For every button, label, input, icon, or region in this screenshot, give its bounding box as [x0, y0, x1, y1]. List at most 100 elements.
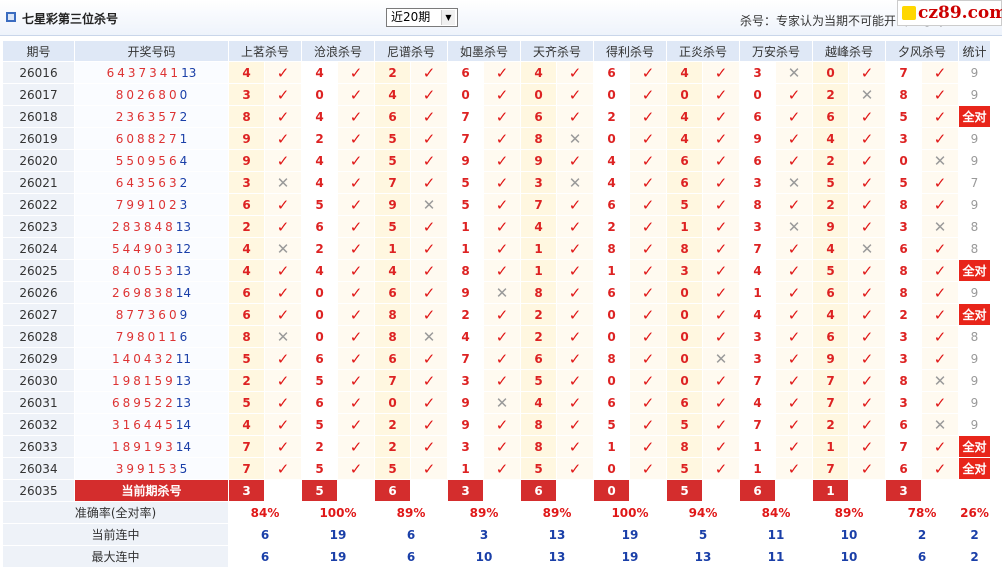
draw-cell: 19815913 [74, 369, 229, 392]
hit-mark: ✓ [714, 327, 728, 346]
kill-number: 3 [885, 215, 922, 238]
cross-icon: ✕ [848, 237, 886, 260]
draw-cell: 643734113 [74, 61, 229, 84]
kill-number: 6 [739, 149, 776, 172]
kill-number: 7 [447, 127, 484, 150]
draw-digits: 283848 [111, 219, 176, 234]
kill-number: 1 [739, 281, 776, 304]
hit-mark: ✓ [787, 195, 801, 214]
check-icon: ✓ [775, 391, 813, 414]
kill-number: 2 [885, 303, 922, 326]
miss-mark: ✕ [787, 63, 801, 82]
check-icon: ✓ [775, 105, 813, 128]
kill-number: 7 [812, 457, 849, 480]
hit-mark: ✓ [714, 437, 728, 456]
footer-value: 13 [520, 545, 594, 568]
kill-number: 0 [666, 347, 703, 370]
hit-mark: ✓ [349, 283, 363, 302]
hit-mark: ✓ [933, 283, 947, 302]
hit-mark: ✓ [349, 261, 363, 280]
kill-number: 7 [228, 457, 265, 480]
kill-number: 7 [885, 61, 922, 84]
hit-mark: ✓ [714, 261, 728, 280]
draw-sum: 2 [179, 175, 188, 190]
stat-cell: 8 [958, 215, 991, 238]
check-icon: ✓ [410, 127, 448, 150]
hit-mark: ✓ [860, 437, 874, 456]
col-stat: 统计 [958, 40, 991, 62]
hit-mark: ✓ [787, 85, 801, 104]
kill-number: 8 [885, 259, 922, 282]
check-icon: ✓ [483, 237, 521, 260]
kill-number: 2 [374, 435, 411, 458]
col-expert: 得利杀号 [593, 40, 667, 62]
kill-number: 4 [374, 259, 411, 282]
kill-number: 8 [447, 259, 484, 282]
stat-cell: 7 [958, 171, 991, 194]
issue-cell: 26018 [2, 105, 75, 128]
miss-mark: ✕ [568, 129, 582, 148]
draw-cell: 28384813 [74, 215, 229, 238]
check-icon: ✓ [337, 127, 375, 150]
kill-number: 7 [885, 435, 922, 458]
cross-icon: ✕ [556, 127, 594, 150]
hit-mark: ✓ [422, 261, 436, 280]
cross-icon: ✕ [921, 369, 959, 392]
draw-digits: 799102 [115, 197, 180, 212]
page-title: 七星彩第三位杀号 [22, 12, 119, 26]
hit-mark: ✓ [276, 459, 290, 478]
table-row: 26016 643734113 4 ✓ 4 ✓ 2 ✓ 6 ✓ 4 ✓ 6 ✓ 4 ✓ 3 ✕ 0 ✓ 7 ✓ 9 [2, 61, 991, 84]
hit-mark: ✓ [349, 415, 363, 434]
kill-number: 1 [447, 457, 484, 480]
kill-number: 2 [520, 325, 557, 348]
draw-cell: 84055313 [74, 259, 229, 282]
kill-number: 6 [228, 193, 265, 216]
issue-cell: 26016 [2, 61, 75, 84]
check-icon: ✓ [556, 105, 594, 128]
check-icon: ✓ [483, 457, 521, 480]
hit-mark: ✓ [276, 371, 290, 390]
kill-number: 8 [520, 413, 557, 436]
period-select[interactable]: 近20期 ▼ [386, 8, 458, 27]
hit-mark: ✓ [641, 305, 655, 324]
accuracy-row: 准确率(全对率) 84% 100% 89% 89% 89% 100% 94% 84% 89% 78%… [2, 501, 991, 524]
kill-number: 5 [447, 193, 484, 216]
hit-mark: ✓ [933, 63, 947, 82]
draw-sum: 4 [179, 153, 188, 168]
hit-mark: ✓ [276, 85, 290, 104]
hit-mark: ✓ [422, 239, 436, 258]
draw-sum: 9 [179, 307, 188, 322]
check-icon: ✓ [556, 347, 594, 370]
kill-number: 4 [739, 303, 776, 326]
kill-number: 3 [228, 83, 265, 106]
kill-number: 6 [739, 105, 776, 128]
check-icon: ✓ [410, 83, 448, 106]
draw-digits: 544903 [111, 241, 176, 256]
hit-mark: ✓ [860, 151, 874, 170]
cross-icon: ✕ [921, 149, 959, 172]
kill-number: 1 [812, 435, 849, 458]
issue-cell: 26028 [2, 325, 75, 348]
hit-mark: ✓ [276, 107, 290, 126]
miss-mark: ✕ [276, 173, 290, 192]
hit-mark: ✓ [714, 151, 728, 170]
kill-number: 3 [739, 171, 776, 194]
kill-number: 6 [593, 281, 630, 304]
stat-cell: 9 [958, 369, 991, 392]
kill-number: 8 [228, 105, 265, 128]
check-icon: ✓ [775, 193, 813, 216]
footer-value: 19 [301, 545, 375, 568]
check-icon: ✓ [629, 391, 667, 414]
kill-number: 7 [812, 391, 849, 414]
kill-number: 0 [739, 83, 776, 106]
hit-mark: ✓ [349, 437, 363, 456]
check-icon: ✓ [702, 193, 740, 216]
hit-mark: ✓ [568, 327, 582, 346]
draw-sum: 5 [179, 461, 188, 476]
issue-cell: 26032 [2, 413, 75, 436]
draw-digits: 643563 [115, 175, 180, 190]
kill-number: 6 [301, 391, 338, 414]
kill-number: 4 [447, 325, 484, 348]
miss-mark: ✕ [422, 195, 436, 214]
hit-mark: ✓ [641, 349, 655, 368]
